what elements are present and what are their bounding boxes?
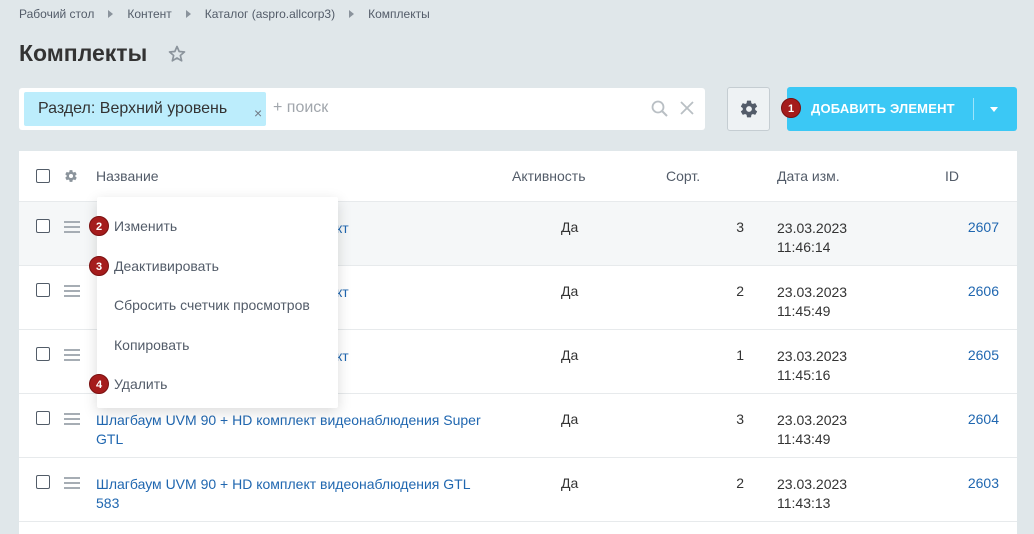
row-actions-menu-icon[interactable] [64,413,80,428]
row-name-link[interactable]: кт [336,283,736,302]
search-input[interactable]: + поиск [273,99,328,117]
row-active: Да [561,347,579,363]
row-id-link[interactable]: 2606 [949,283,999,299]
row-date: 23.03.2023 11:45:16 [777,347,847,385]
row-actions-menu-icon[interactable] [64,221,80,236]
filter-tag-close-icon[interactable]: × [254,104,262,122]
menu-item-reset-views[interactable]: Сбросить счетчик просмотров [114,297,310,313]
annotation-badge: 2 [89,216,109,236]
menu-item-delete[interactable]: Удалить [114,376,167,392]
row-active: Да [561,219,579,235]
row-date-day: 23.03.2023 [777,476,848,492]
column-header-active[interactable]: Активность [512,168,586,184]
star-icon[interactable] [167,44,187,64]
row-id-link[interactable]: 2605 [949,347,999,363]
menu-item-edit[interactable]: Изменить [114,218,177,234]
row-id-link[interactable]: 2603 [949,475,999,491]
row-name-link[interactable]: Шлагбаум UVM 90 + HD комплект видеонаблю… [96,411,496,449]
row-checkbox[interactable] [36,219,50,233]
breadcrumb-content[interactable]: Контент [127,7,171,21]
row-date-time: 11:46:14 [777,239,831,255]
breadcrumb-current[interactable]: Комплекты [368,7,430,21]
breadcrumb-separator-icon [349,10,355,18]
row-checkbox[interactable] [36,347,50,361]
row-active: Да [561,475,579,491]
title-row: Комплекты [19,40,187,67]
row-date-day: 23.03.2023 [777,348,848,364]
column-header-name[interactable]: Название [96,168,159,184]
row-date-day: 23.03.2023 [777,412,848,428]
row-checkbox[interactable] [36,411,50,425]
row-sort: 2 [736,283,744,299]
row-date: 23.03.2023 11:45:49 [777,283,847,321]
add-button-divider [973,98,974,120]
add-element-button[interactable]: ДОБАВИТЬ ЭЛЕМЕНТ [787,87,1017,131]
row-actions-menu-icon[interactable] [64,477,80,492]
row-date: 23.03.2023 11:43:49 [777,411,847,449]
row-checkbox[interactable] [36,283,50,297]
filter-search-bar[interactable]: Раздел: Верхний уровень × + поиск [19,88,705,130]
filter-tag[interactable]: Раздел: Верхний уровень × [24,92,266,126]
row-name-link[interactable]: кт [336,219,736,238]
annotation-badge: 1 [781,98,801,118]
menu-item-deactivate[interactable]: Деактивировать [114,258,219,274]
row-context-menu: Изменить Деактивировать Сбросить счетчик… [97,197,338,408]
row-id-link[interactable]: 2607 [949,219,999,235]
row-date-time: 11:43:49 [777,431,831,447]
row-active: Да [561,283,579,299]
page-title: Комплекты [19,40,148,66]
table-row[interactable]: Шлагбаум UVM 90 + HD комплект видеонаблю… [19,458,1017,522]
row-name-link[interactable]: Шлагбаум UVM 90 + HD комплект видеонаблю… [96,475,496,513]
row-active: Да [561,411,579,427]
row-date-day: 23.03.2023 [777,284,848,300]
annotation-badge: 3 [89,256,109,276]
select-all-checkbox[interactable] [36,169,50,183]
row-sort: 2 [736,475,744,491]
column-header-id[interactable]: ID [945,168,959,184]
row-name-link[interactable]: кт [336,347,736,366]
clear-search-icon[interactable] [679,100,695,116]
row-id-link[interactable]: 2604 [949,411,999,427]
row-actions-menu-icon[interactable] [64,349,80,364]
column-header-sort[interactable]: Сорт. [666,168,700,184]
row-checkbox[interactable] [36,475,50,489]
gear-icon [740,100,757,118]
row-sort: 3 [736,219,744,235]
row-date-time: 11:45:16 [777,367,831,383]
row-date: 23.03.2023 11:43:13 [777,475,847,513]
breadcrumb-separator-icon [108,10,114,18]
row-actions-menu-icon[interactable] [64,285,80,300]
grid-header: Название Активность Сорт. Дата изм. ID [19,151,1017,202]
row-date-day: 23.03.2023 [777,220,848,236]
search-icon[interactable] [651,100,669,118]
annotation-badge: 4 [89,374,109,394]
list-settings-button[interactable] [727,87,770,131]
menu-item-copy[interactable]: Копировать [114,337,189,353]
breadcrumb-catalog[interactable]: Каталог (aspro.allcorp3) [205,7,335,21]
add-element-label: ДОБАВИТЬ ЭЛЕМЕНТ [811,101,955,116]
row-date-time: 11:45:49 [777,303,831,319]
row-sort: 3 [736,411,744,427]
breadcrumb-separator-icon [185,10,191,18]
row-sort: 1 [736,347,744,363]
breadcrumb: Рабочий стол Контент Каталог (aspro.allc… [19,7,430,21]
chevron-down-icon[interactable] [990,107,998,112]
column-header-date[interactable]: Дата изм. [777,168,840,184]
column-settings-gear-icon[interactable] [64,169,78,183]
row-date: 23.03.2023 11:46:14 [777,219,847,257]
breadcrumb-desktop[interactable]: Рабочий стол [19,7,94,21]
row-date-time: 11:43:13 [777,495,831,511]
filter-tag-label: Раздел: Верхний уровень [38,100,228,117]
